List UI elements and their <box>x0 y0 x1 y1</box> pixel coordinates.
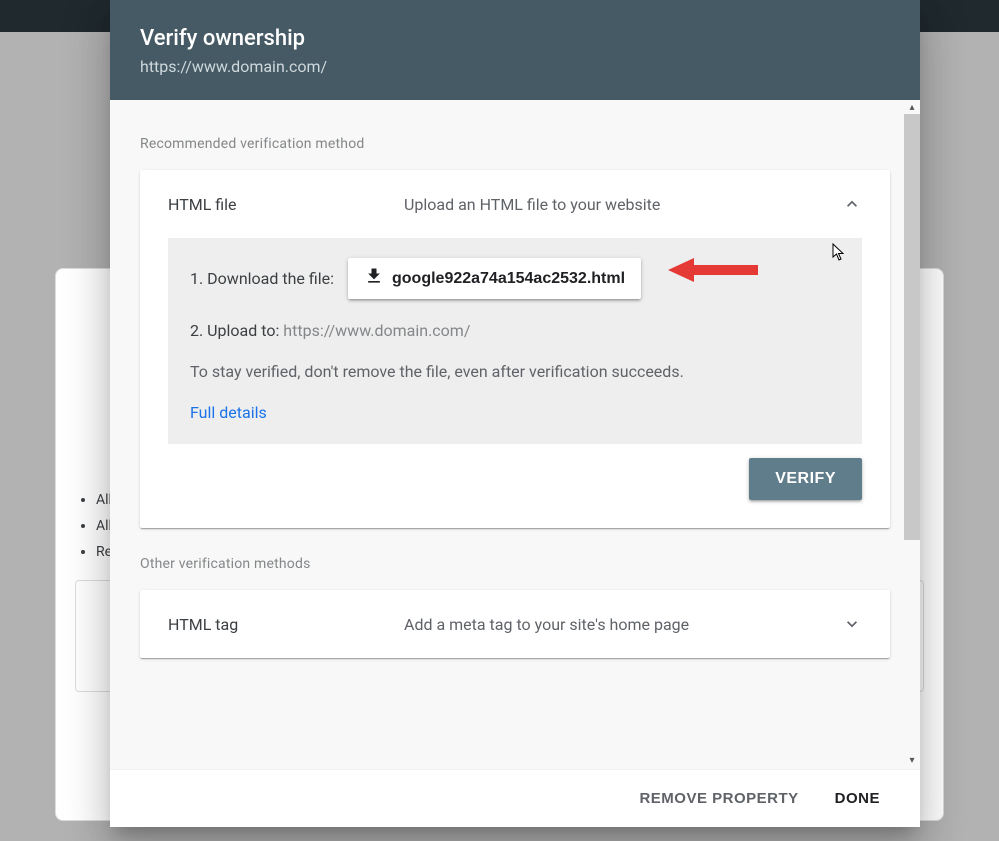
step-2-prefix: 2. Upload to: <box>190 321 283 340</box>
verify-button[interactable]: VERIFY <box>749 458 862 500</box>
scrollbar-thumb[interactable] <box>904 114 920 540</box>
dialog-header: Verify ownership https://www.domain.com/ <box>110 0 920 100</box>
done-button[interactable]: DONE <box>835 790 880 807</box>
scrollbar-up-button[interactable]: ▴ <box>906 102 918 114</box>
dialog-subtitle: https://www.domain.com/ <box>140 57 890 76</box>
chevron-down-icon <box>842 614 862 634</box>
verification-note: To stay verified, don't remove the file,… <box>190 362 840 381</box>
full-details-link[interactable]: Full details <box>190 403 267 422</box>
html-file-method-card: HTML file Upload an HTML file to your we… <box>140 170 890 528</box>
scrollbar-down-button[interactable]: ▾ <box>906 755 918 767</box>
html-file-title: HTML file <box>168 195 404 214</box>
recommended-method-label: Recommended verification method <box>110 100 920 170</box>
verify-ownership-dialog: Verify ownership https://www.domain.com/… <box>110 0 920 827</box>
other-methods-label: Other verification methods <box>110 528 920 590</box>
background-list: All All Re <box>82 487 112 565</box>
dialog-title: Verify ownership <box>140 26 890 51</box>
html-file-header[interactable]: HTML file Upload an HTML file to your we… <box>140 170 890 238</box>
html-tag-title: HTML tag <box>168 615 404 634</box>
dialog-body: ▴ ▾ Recommended verification method HTML… <box>110 100 920 769</box>
download-icon <box>364 266 384 291</box>
step-2-url: https://www.domain.com/ <box>283 321 470 340</box>
download-file-name: google922a74a154ac2532.html <box>392 270 625 288</box>
verify-row: VERIFY <box>140 444 890 528</box>
html-tag-method-card: HTML tag Add a meta tag to your site's h… <box>140 590 890 658</box>
remove-property-button[interactable]: REMOVE PROPERTY <box>639 790 798 807</box>
html-tag-desc: Add a meta tag to your site's home page <box>404 615 842 634</box>
step-1-label: 1. Download the file: <box>190 269 334 288</box>
cursor-icon <box>832 243 846 261</box>
html-tag-header[interactable]: HTML tag Add a meta tag to your site's h… <box>140 590 890 658</box>
step-2-row: 2. Upload to: https://www.domain.com/ <box>190 321 840 340</box>
chevron-up-icon <box>842 194 862 214</box>
dialog-footer: REMOVE PROPERTY DONE <box>110 769 920 827</box>
html-file-desc: Upload an HTML file to your website <box>404 195 842 214</box>
download-file-button[interactable]: google922a74a154ac2532.html <box>348 258 641 299</box>
annotation-arrow-icon <box>668 256 758 284</box>
html-file-body: 1. Download the file: google922a74a154ac… <box>168 238 862 444</box>
